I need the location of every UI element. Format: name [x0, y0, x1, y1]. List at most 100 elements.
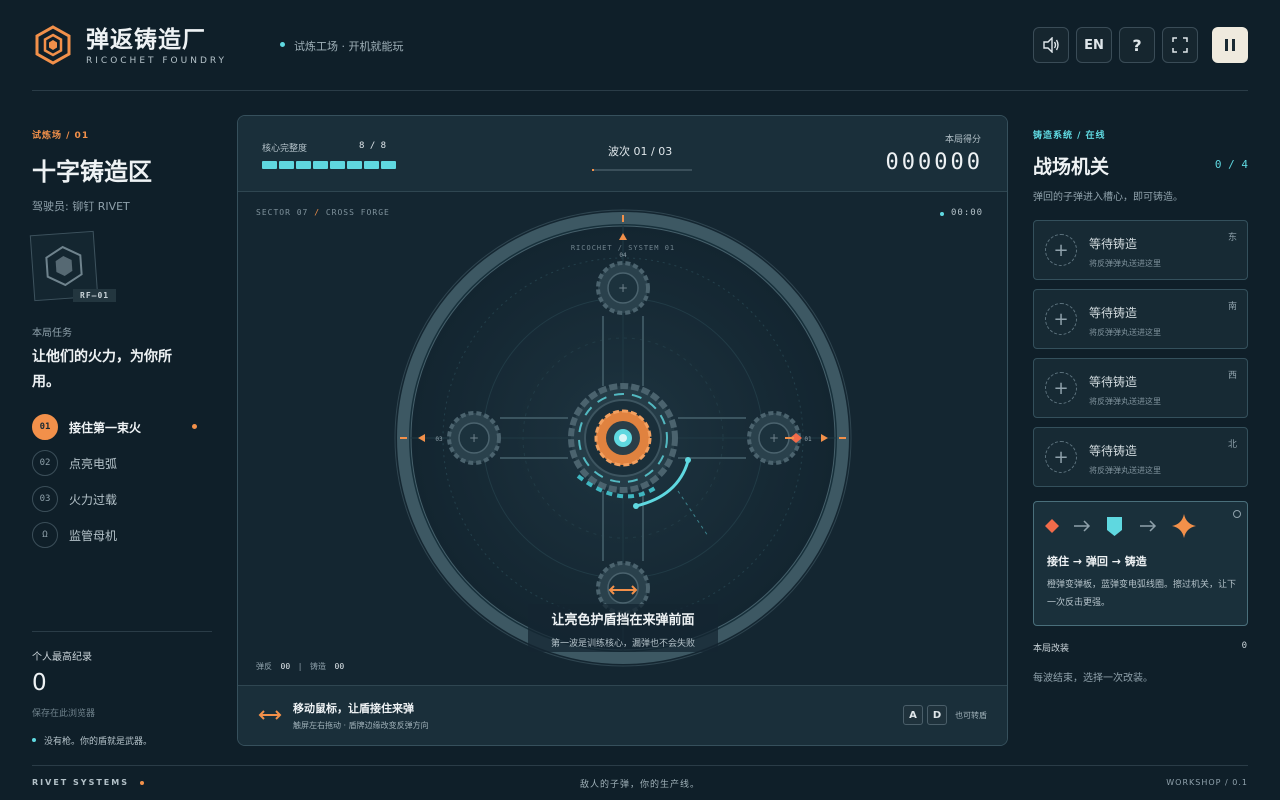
- slot-subtitle: 将反弹弹丸送进这里: [1089, 466, 1161, 475]
- svg-text:+: +: [769, 431, 779, 445]
- forge-label: 铸造: [309, 662, 326, 671]
- task-label: 火力过载: [69, 492, 118, 507]
- record-label: 个人最高纪录: [32, 652, 92, 663]
- add-icon: +: [1045, 441, 1077, 473]
- key-d: D: [927, 705, 947, 725]
- arrow-icon: [1074, 520, 1091, 532]
- svg-text:+: +: [618, 281, 628, 295]
- footer-divider: [32, 765, 1248, 766]
- record-value: 0: [32, 670, 47, 696]
- shield-icon: [1107, 517, 1122, 536]
- fullscreen-button[interactable]: [1162, 27, 1198, 63]
- mechanism-count: 0 / 4: [1214, 158, 1248, 171]
- task-label: 点亮电弧: [69, 456, 118, 471]
- deflect-value: 00: [280, 662, 291, 671]
- flow-description: 橙弹变弹板，蓝弹变电弧线圈。擦过机关，让下一次反击更强。: [1047, 580, 1237, 608]
- task-number: 03: [32, 486, 58, 512]
- overlay-subtitle: 第一波是训练核心，漏弹也不会失败: [551, 637, 695, 649]
- logo-icon: [33, 25, 73, 65]
- app-subtitle: RICOCHET FOUNDRY: [86, 56, 228, 66]
- task-number: 02: [32, 450, 58, 476]
- header-tagline: 试炼工场 · 开机就能玩: [294, 40, 404, 53]
- arena-tag: 试炼场 / 01: [32, 131, 90, 141]
- node-label-east: 01: [804, 436, 812, 443]
- hint-text: 没有枪。你的盾就是武器。: [44, 737, 153, 747]
- system-tag: 铸造系统 / 在线: [1033, 131, 1106, 141]
- key-hints: A D 也可转盾: [903, 705, 987, 725]
- right-title: 战场机关: [1033, 156, 1110, 178]
- language-button[interactable]: EN: [1076, 27, 1112, 63]
- forge-core: [568, 383, 678, 493]
- hint-dot: [32, 738, 36, 742]
- help-label: ?: [1132, 35, 1142, 55]
- instruction-subtitle: 触屏左右拖动 · 盾牌边缘改变反弹方向: [293, 721, 429, 730]
- slot-title: 等待铸造: [1089, 306, 1138, 320]
- task-label: 监管母机: [69, 528, 118, 543]
- record-note: 保存在此浏览器: [32, 709, 96, 719]
- ring-label: RICOCHET / SYSTEM 01: [571, 244, 675, 252]
- slot-title: 等待铸造: [1089, 237, 1138, 251]
- arrow-icon: [1140, 520, 1157, 532]
- forge-slot[interactable]: + 等待铸造 将反弹弹丸送进这里 西: [1033, 358, 1248, 418]
- pause-icon: [1225, 39, 1235, 51]
- node-label-west: 03: [435, 436, 443, 443]
- active-task-dot: [192, 424, 197, 429]
- deflect-label: 弹反: [256, 662, 272, 671]
- mods-note: 每波结束，选择一次改装。: [1033, 673, 1153, 684]
- mods-label: 本局改装: [1033, 644, 1070, 654]
- key-a: A: [903, 705, 923, 725]
- arena[interactable]: RICOCHET / SYSTEM 01 + 04 + 03 + 01 让亮色护…: [238, 116, 1008, 746]
- task-item: 03 火力过载: [32, 486, 117, 512]
- hex-icon: [45, 245, 83, 287]
- footer-version: WORKSHOP / 0.1: [1166, 778, 1248, 787]
- card-status-ring: [1233, 510, 1241, 518]
- task-label: 接住第一束火: [69, 420, 142, 435]
- language-label: EN: [1084, 37, 1104, 53]
- bullet-icon: [1045, 519, 1059, 533]
- mods-value: 0: [1241, 641, 1247, 651]
- shield-handle: [685, 457, 691, 463]
- help-button[interactable]: ?: [1119, 27, 1155, 63]
- app-title: 弹返铸造厂: [86, 27, 206, 53]
- key-note: 也可转盾: [955, 710, 987, 720]
- task-item: 01 接住第一束火: [32, 414, 141, 440]
- slot-direction: 西: [1227, 371, 1237, 381]
- forge-slot[interactable]: + 等待铸造 将反弹弹丸送进这里 南: [1033, 289, 1248, 349]
- pilot-label: 驾驶员: 铆钉 RIVET: [32, 200, 130, 213]
- slot-subtitle: 将反弹弹丸送进这里: [1089, 397, 1161, 406]
- svg-text:+: +: [469, 431, 479, 445]
- footer-slogan: 敌人的子弹，你的生产线。: [579, 780, 700, 790]
- pilot-badge: RF—01: [73, 289, 117, 302]
- game-panel: 核心完整度 8 / 8 波次 01 / 03 本局得分 000000 SECTO…: [237, 115, 1008, 746]
- flow-title: 接住 → 弹回 → 铸造: [1047, 555, 1147, 568]
- slot-title: 等待铸造: [1089, 375, 1138, 389]
- left-divider: [32, 631, 212, 632]
- slot-title: 等待铸造: [1089, 444, 1138, 458]
- arena-title: 十字铸造区: [32, 158, 152, 186]
- status-dot: [280, 42, 285, 47]
- header-divider: [32, 90, 1248, 91]
- right-description: 弹回的子弹进入槽心，即可铸造。: [1033, 192, 1183, 203]
- task-item: 02 点亮电弧: [32, 450, 117, 476]
- move-arrows-icon: [258, 710, 282, 720]
- add-icon: +: [1045, 372, 1077, 404]
- mission-text: 让他们的火力，为你所用。: [32, 349, 172, 390]
- instruction-title: 移动鼠标，让盾接住来弹: [293, 702, 414, 715]
- slot-subtitle: 将反弹弹丸送进这里: [1089, 328, 1161, 337]
- slot-subtitle: 将反弹弹丸送进这里: [1089, 259, 1161, 268]
- forge-slot[interactable]: + 等待铸造 将反弹弹丸送进这里 北: [1033, 427, 1248, 487]
- add-icon: +: [1045, 234, 1077, 266]
- speaker-icon: [1043, 37, 1059, 53]
- forge-value: 00: [334, 662, 345, 671]
- slot-direction: 东: [1227, 233, 1237, 243]
- flow-card: 接住 → 弹回 → 铸造 橙弹变弹板，蓝弹变电弧线圈。擦过机关，让下一次反击更强…: [1033, 501, 1248, 626]
- spark-icon: [1172, 514, 1196, 538]
- sound-button[interactable]: [1033, 27, 1069, 63]
- slot-direction: 南: [1227, 302, 1237, 312]
- node-label-north: 04: [619, 252, 627, 259]
- forge-slot[interactable]: + 等待铸造 将反弹弹丸送进这里 东: [1033, 220, 1248, 280]
- combat-stats: 弹反 00 | 铸造 00: [256, 661, 344, 672]
- task-number: Ω: [32, 522, 58, 548]
- fullscreen-icon: [1172, 37, 1188, 53]
- pause-button[interactable]: [1212, 27, 1248, 63]
